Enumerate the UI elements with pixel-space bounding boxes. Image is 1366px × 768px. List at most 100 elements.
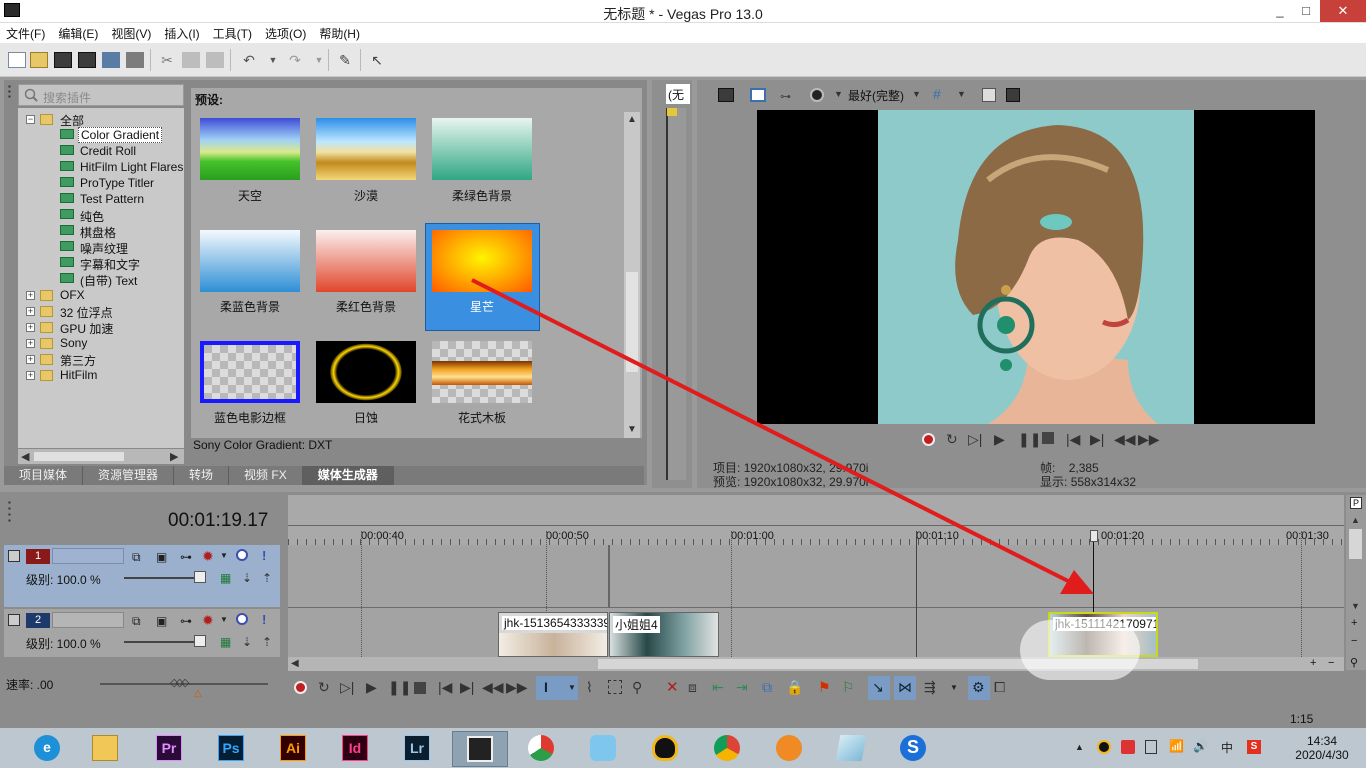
region-icon[interactable]: ⚐ xyxy=(842,679,855,696)
cut-icon[interactable]: ✂ xyxy=(158,52,176,68)
taskbar-app[interactable] xyxy=(766,731,812,767)
trim-start-icon[interactable]: ⇤ xyxy=(712,679,724,696)
track-collapse-icon[interactable] xyxy=(8,614,20,626)
lock-icon[interactable]: 🔒 xyxy=(786,679,803,696)
taskbar-app[interactable]: Ai xyxy=(270,731,316,767)
track-up-icon[interactable]: ⇡ xyxy=(262,571,272,585)
preset-fancy-wood-label[interactable]: 花式木板 xyxy=(424,409,540,426)
mute-icon[interactable] xyxy=(236,549,248,561)
track-name-field[interactable] xyxy=(52,612,124,628)
properties-icon[interactable] xyxy=(126,52,144,68)
security-tray-icon[interactable] xyxy=(1121,740,1135,754)
next-frame-icon[interactable]: ▶▶ xyxy=(1138,431,1160,448)
pause-icon[interactable]: ❚❚ xyxy=(388,679,411,696)
track-down-icon[interactable]: ⇣ xyxy=(242,571,252,585)
timeline-horizontal-scrollbar[interactable]: ◀ + − xyxy=(288,657,1344,671)
scroll-up-icon[interactable]: ▲ xyxy=(1351,515,1360,525)
scroll-thumb[interactable] xyxy=(34,452,124,461)
taskbar-app[interactable] xyxy=(580,731,626,767)
tree-item-32bit[interactable]: 32 位浮点 xyxy=(60,304,113,321)
taskbar-app[interactable]: Ps xyxy=(208,731,254,767)
auto-ripple-dropdown-icon[interactable]: ▼ xyxy=(950,683,958,692)
scroll-up-icon[interactable]: ▲ xyxy=(627,114,637,125)
preset-soft-green-thumb[interactable] xyxy=(432,118,532,180)
tree-item-credit-roll[interactable]: Credit Roll xyxy=(80,144,136,158)
fx-dropdown-icon[interactable]: ▼ xyxy=(220,615,228,624)
search-input[interactable]: 搜索插件 xyxy=(43,89,91,106)
record-icon[interactable] xyxy=(922,433,935,446)
go-to-start-icon[interactable]: |◀ xyxy=(1066,431,1080,448)
render-icon[interactable] xyxy=(102,52,120,68)
pause-icon[interactable]: ❚❚ xyxy=(1018,431,1041,448)
tree-item-test-pattern[interactable]: Test Pattern xyxy=(80,192,144,206)
overlays-dropdown-icon[interactable]: ▼ xyxy=(834,89,843,99)
marker-icon[interactable]: ⚑ xyxy=(818,679,831,696)
track-header-1[interactable]: 1 ⧉ ▣ ⊶ ✹ ▼ ! 级别: 100.0 % ▦ ⇣ ⇡ xyxy=(4,545,280,607)
whats-this-icon[interactable]: ↖ xyxy=(368,52,386,68)
loop-icon[interactable]: ↻ xyxy=(318,679,330,696)
expand-icon[interactable]: + xyxy=(26,339,35,348)
level-slider-thumb[interactable] xyxy=(194,635,206,647)
external-monitor-icon[interactable] xyxy=(750,88,766,102)
delete-icon[interactable]: ✕ xyxy=(666,678,679,696)
preset-soft-red-label[interactable]: 柔红色背景 xyxy=(308,298,424,315)
taskbar-app[interactable]: Pr xyxy=(146,731,192,767)
trim-end-icon[interactable]: ⇥ xyxy=(736,679,748,696)
selection-tool-icon[interactable] xyxy=(608,680,622,694)
ime-indicator[interactable]: 中 xyxy=(1221,739,1233,756)
new-icon[interactable] xyxy=(8,52,26,68)
expand-icon[interactable]: + xyxy=(26,323,35,332)
solo-icon[interactable]: ! xyxy=(262,548,266,563)
quality-dropdown-icon[interactable]: ▼ xyxy=(912,89,921,99)
automation-icon[interactable]: ▦ xyxy=(220,635,231,649)
expand-icon[interactable]: + xyxy=(26,371,35,380)
preset-blue-film-border-label[interactable]: 蓝色电影边框 xyxy=(192,409,308,426)
automation-icon[interactable]: ▦ xyxy=(220,571,231,585)
preset-eclipse-thumb[interactable] xyxy=(316,341,416,403)
go-to-end-icon[interactable]: ▶| xyxy=(1090,431,1104,448)
solo-icon[interactable]: ! xyxy=(262,612,266,627)
tab-explorer[interactable]: 资源管理器 xyxy=(83,466,175,485)
preset-soft-red-thumb[interactable] xyxy=(316,230,416,292)
compositing-child-icon[interactable]: ⊶ xyxy=(180,614,192,628)
timeline-vertical-scrollbar[interactable]: P ▲ ▼ + − ⚲ xyxy=(1346,495,1366,670)
envelope-tool-icon[interactable]: ⌇ xyxy=(586,679,593,696)
preview-properties-icon[interactable] xyxy=(718,88,734,102)
taskbar-app[interactable] xyxy=(704,731,750,767)
taskbar-app[interactable]: Lr xyxy=(394,731,440,767)
copy-icon[interactable] xyxy=(182,52,200,68)
track-motion-icon[interactable]: ⧉ xyxy=(132,614,141,629)
preset-soft-blue-label[interactable]: 柔蓝色背景 xyxy=(192,298,308,315)
show-hidden-icons[interactable]: ▲ xyxy=(1075,742,1084,752)
tab-media-generators[interactable]: 媒体生成器 xyxy=(302,466,394,485)
split-icon[interactable]: ⧉ xyxy=(762,679,772,696)
paste-icon[interactable] xyxy=(206,52,224,68)
mute-icon[interactable] xyxy=(236,613,248,625)
taskbar-app[interactable]: Id xyxy=(332,731,378,767)
play-icon[interactable]: ▶ xyxy=(366,679,377,696)
collapse-icon[interactable]: − xyxy=(26,115,35,124)
zoom-out-icon[interactable]: − xyxy=(1328,657,1334,669)
copy-snapshot-icon[interactable] xyxy=(982,88,996,102)
menu-options[interactable]: 选项(O) xyxy=(265,25,306,42)
expand-icon[interactable]: + xyxy=(26,355,35,364)
tree-item-ofx[interactable]: OFX xyxy=(60,288,85,302)
playhead-handle[interactable] xyxy=(1090,530,1098,542)
track-collapse-icon[interactable] xyxy=(8,550,20,562)
next-frame-icon[interactable]: ▶▶ xyxy=(506,679,528,696)
menu-view[interactable]: 视图(V) xyxy=(111,25,151,42)
play-icon[interactable]: ▶ xyxy=(994,431,1005,448)
ignore-grouping-icon[interactable]: ⧠ xyxy=(994,679,1005,696)
preset-desert-thumb[interactable] xyxy=(316,118,416,180)
save-as-icon[interactable] xyxy=(78,52,96,68)
undo-dropdown-icon[interactable]: ▼ xyxy=(264,52,282,68)
tree-item-legacy-text[interactable]: (自带) Text xyxy=(80,272,137,289)
tree-item-protype-titler[interactable]: ProType Titler xyxy=(80,176,154,190)
track-name-field[interactable] xyxy=(52,548,124,564)
menu-insert[interactable]: 插入(I) xyxy=(164,25,199,42)
trimmer-track[interactable] xyxy=(666,108,686,480)
timeline-clip[interactable]: 小姐姐4 xyxy=(609,612,719,657)
rate-slider-thumb[interactable]: ◇◇◇ xyxy=(170,676,189,689)
overlays-icon[interactable] xyxy=(810,88,824,102)
tree-item-third-party[interactable]: 第三方 xyxy=(60,352,96,369)
